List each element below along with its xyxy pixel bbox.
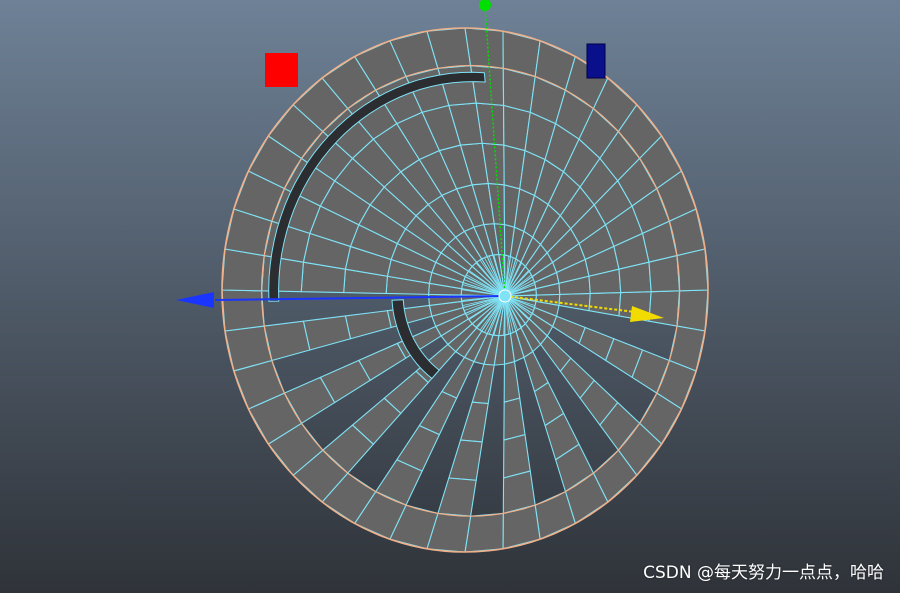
maya-viewport[interactable]: CSDN @每天努力一点点，哈哈 [0,0,900,593]
mesh-face [221,248,265,292]
mesh-face [676,248,709,292]
blue-handle-square [586,43,606,79]
gizmo-center [498,289,512,303]
mesh-face [464,512,504,553]
mesh-face [503,434,531,479]
mesh-face [464,27,504,69]
red-handle-square [265,53,298,87]
mesh-face [470,64,505,106]
mesh-face [676,289,709,332]
mesh-face [648,290,681,327]
mesh-face [648,255,681,293]
mesh-face [221,289,265,332]
watermark-text: CSDN @每天努力一点点，哈哈 [643,563,884,583]
viewport-canvas[interactable] [0,0,900,593]
disc-mesh[interactable] [221,27,709,553]
